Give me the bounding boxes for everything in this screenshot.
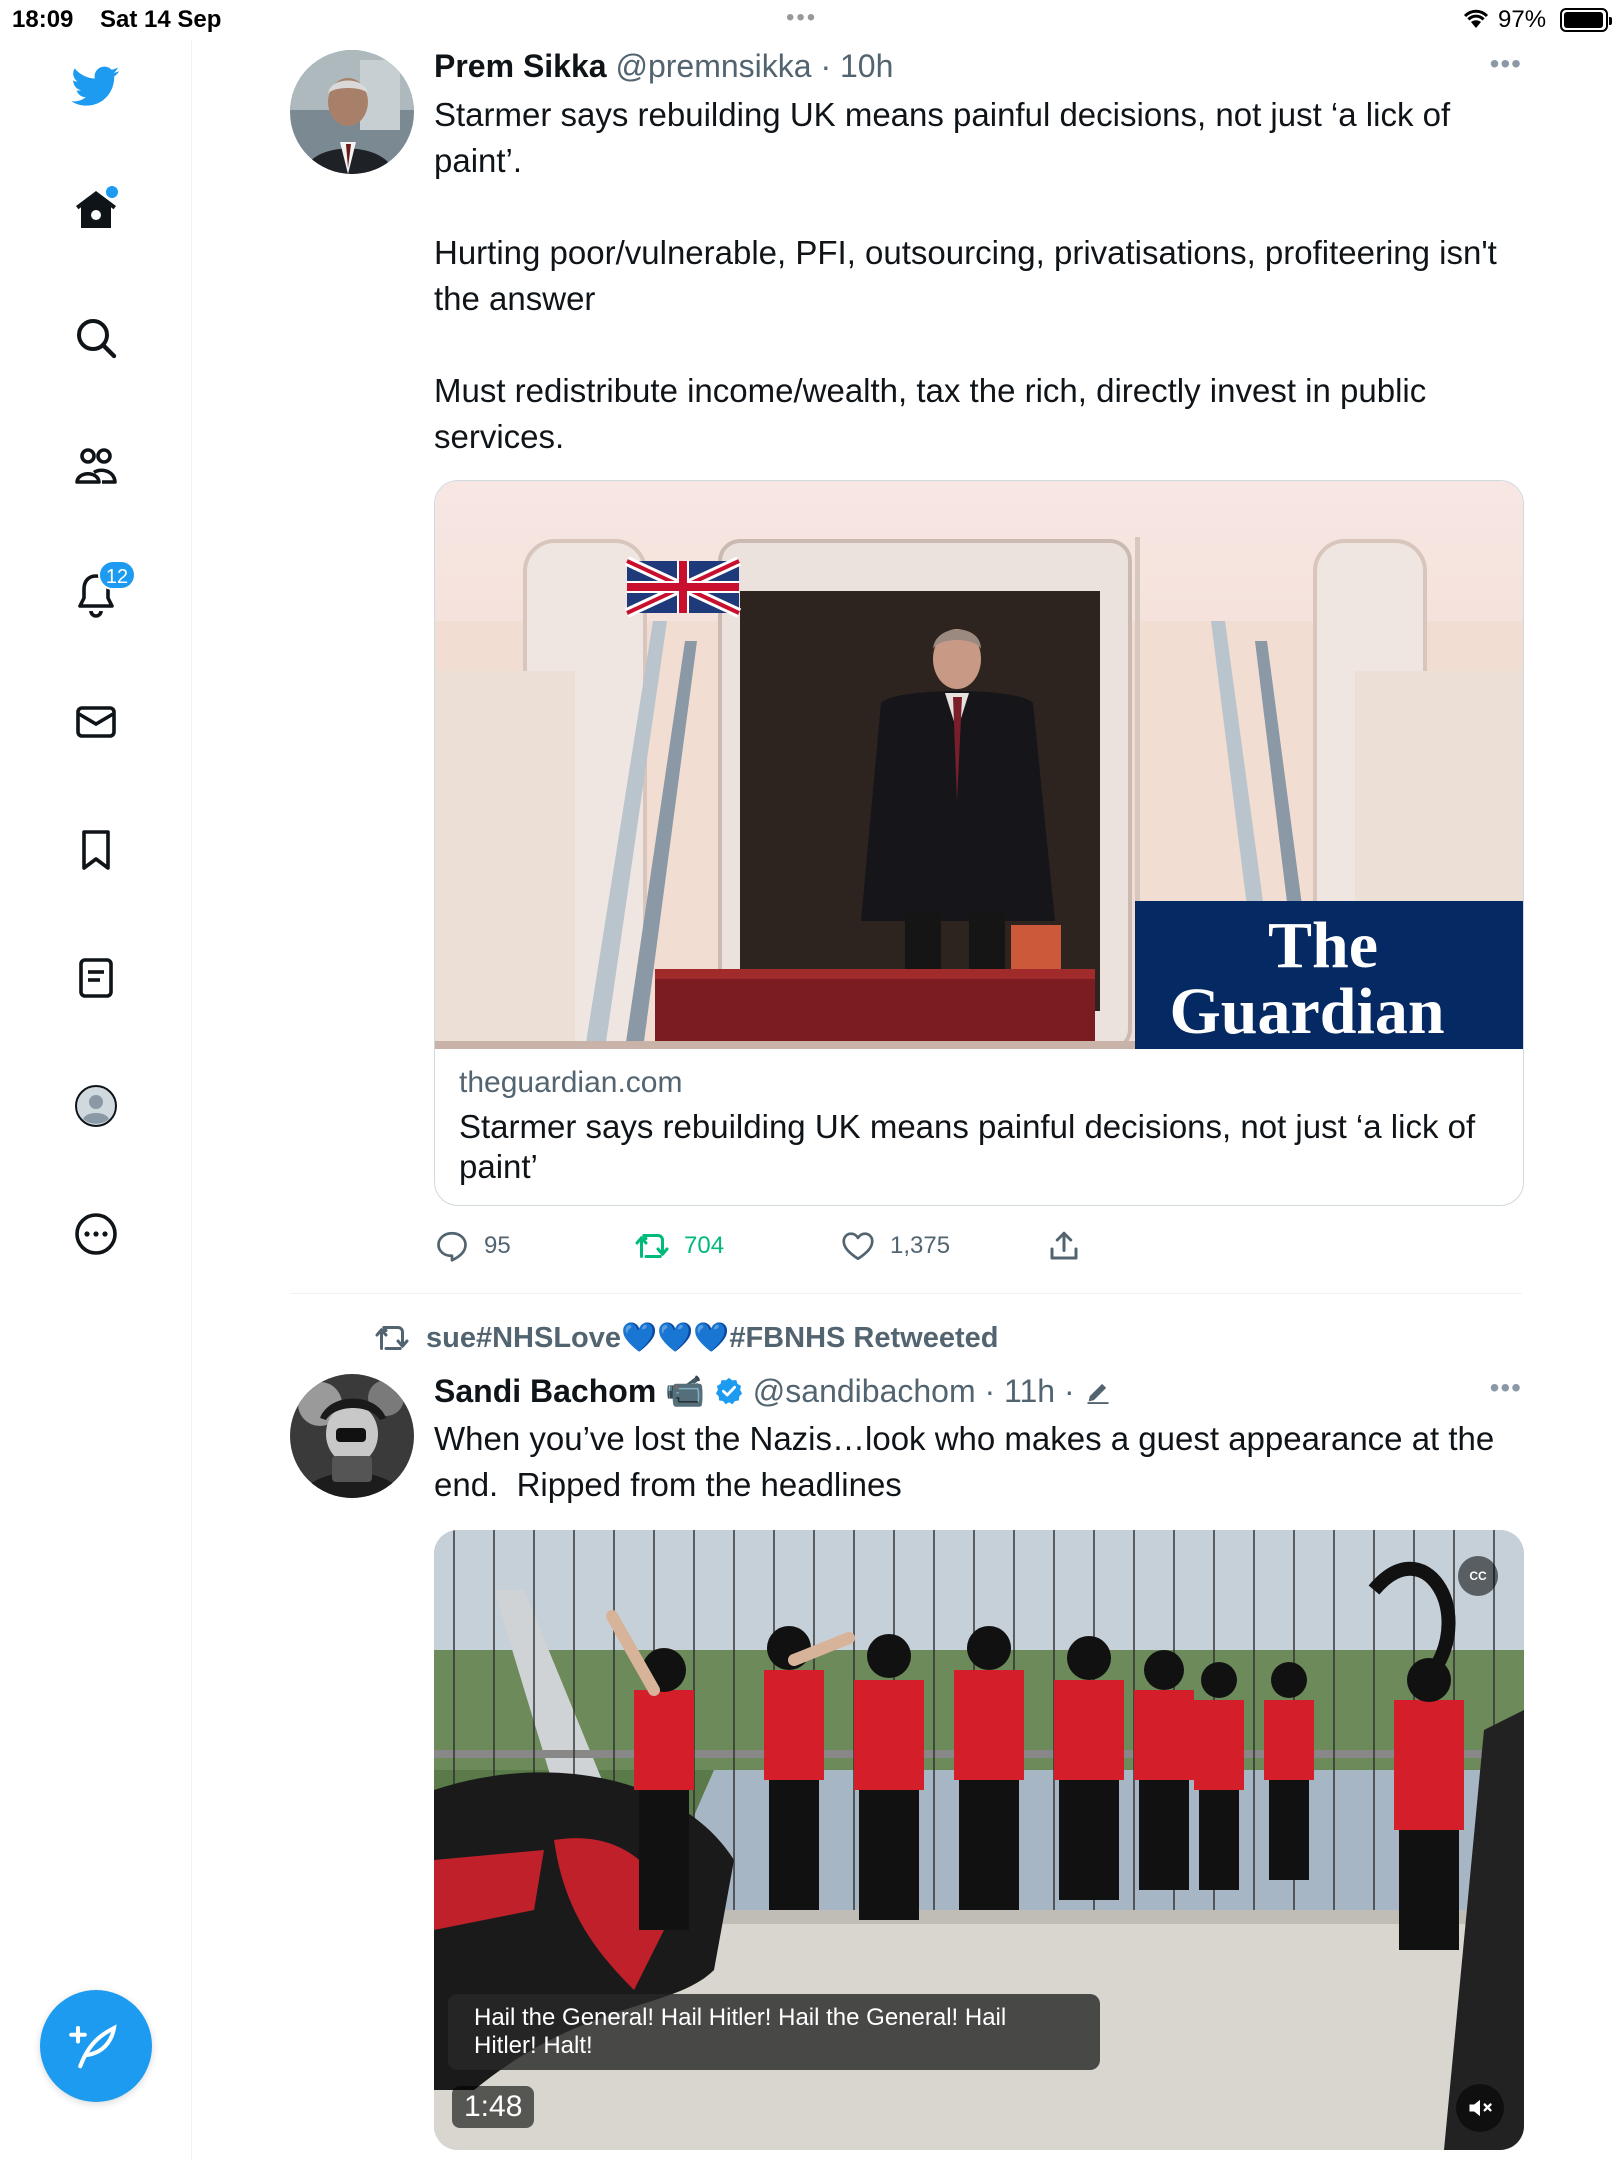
mail-icon <box>76 706 116 738</box>
separator-dot: · <box>1063 1373 1075 1409</box>
wifi-icon <box>1463 9 1489 28</box>
share-icon <box>1050 1231 1078 1260</box>
author-name-emoji: 📹 <box>665 1373 705 1409</box>
union-flag-icon <box>624 556 742 618</box>
tweet-sandi-bachom[interactable]: Sandi Bachom 📹 @sandibachom · 11h · ••• … <box>290 1372 1524 2160</box>
battery-icon <box>1560 8 1612 32</box>
tweet-text: When you’ve lost the Nazis…look who make… <box>434 1420 1504 1503</box>
video-caption: Hail the General! Hail Hitler! Hail the … <box>448 1994 1100 2070</box>
reply-icon <box>437 1231 467 1262</box>
avatar[interactable] <box>290 1374 414 1498</box>
status-time: 18:09 <box>12 6 74 33</box>
nav-more[interactable] <box>62 1200 130 1268</box>
home-unread-dot <box>106 186 118 198</box>
nav-messages[interactable] <box>62 688 130 756</box>
search-icon <box>77 319 117 359</box>
multitasking-dots-icon[interactable]: ••• <box>786 4 817 32</box>
guardian-logo-line2: Guardian <box>1169 975 1444 1048</box>
tweet-prem-sikka[interactable]: Prem Sikka @premnsikka · 10h ••• Starmer… <box>290 48 1524 1288</box>
bookmark-icon <box>82 830 110 870</box>
notification-count-badge: 12 <box>98 560 136 590</box>
author-name[interactable]: Prem Sikka <box>434 48 607 84</box>
like-button[interactable]: 1,375 <box>840 1228 950 1264</box>
list-icon <box>79 958 113 998</box>
nav-communities[interactable] <box>62 432 130 500</box>
nav-home[interactable] <box>62 176 130 244</box>
tweet-divider <box>290 1293 1522 1294</box>
nav-lists[interactable] <box>62 944 130 1012</box>
nav-notifications[interactable]: 12 <box>62 560 136 628</box>
sidebar: 12 <box>0 40 192 2160</box>
separator-dot: · <box>820 48 832 84</box>
battery-percent: 97% <box>1498 6 1547 33</box>
retweet-button[interactable]: 704 <box>634 1228 724 1264</box>
tweet-more-icon[interactable]: ••• <box>1490 48 1522 80</box>
more-circle-icon <box>75 1213 117 1255</box>
people-icon <box>75 448 117 484</box>
heart-icon <box>842 1232 874 1261</box>
retweeted-by-text: sue#NHSLove💙💙💙#FBNHS Retweeted <box>426 1322 999 1354</box>
status-bar: 18:09 Sat 14 Sep ••• 97% <box>0 0 1620 40</box>
reply-count: 95 <box>484 1232 511 1259</box>
avatar-icon <box>75 1085 117 1127</box>
author-name[interactable]: Sandi Bachom <box>434 1373 656 1409</box>
sandi-bachom-avatar-photo <box>290 1374 414 1498</box>
card-image: The Guardian <box>435 481 1523 1049</box>
tweet-more-icon[interactable]: ••• <box>1490 1372 1522 1404</box>
guardian-logo-line1: The <box>1268 909 1378 982</box>
bird-icon <box>72 66 120 106</box>
retweet-icon <box>375 1326 409 1350</box>
link-card[interactable]: The Guardian theguardian.com Starmer say… <box>434 480 1524 1206</box>
card-title: Starmer says rebuilding UK means painful… <box>459 1108 1476 1185</box>
tweet-header: Prem Sikka @premnsikka · 10h <box>434 48 893 85</box>
compose-tweet-button[interactable] <box>40 1990 152 2102</box>
verified-badge-icon <box>715 1377 743 1405</box>
tweet-time[interactable]: 11h <box>1004 1373 1055 1409</box>
status-date: Sat 14 Sep <box>100 6 222 33</box>
nav-profile[interactable] <box>62 1072 130 1140</box>
nav-explore[interactable] <box>62 304 130 372</box>
like-count: 1,375 <box>890 1232 951 1259</box>
card-domain: theguardian.com <box>459 1066 683 1099</box>
mute-button[interactable] <box>1456 2084 1504 2132</box>
video-player[interactable]: CC Hail the General! Hail Hitler! Hail t… <box>434 1530 1524 2150</box>
twitter-logo-button[interactable] <box>62 52 130 120</box>
tweet-actions: 95 704 1,375 <box>434 1228 1434 1272</box>
prem-sikka-avatar-photo <box>290 50 414 174</box>
compose-feather-icon <box>69 2024 117 2069</box>
reply-button[interactable]: 95 <box>434 1228 511 1264</box>
share-button[interactable] <box>1046 1228 1082 1264</box>
card-footer: theguardian.com Starmer says rebuilding … <box>435 1049 1523 1203</box>
tweet-header: Sandi Bachom 📹 @sandibachom · 11h · <box>434 1372 1112 1410</box>
author-handle[interactable]: @premnsikka <box>615 48 811 84</box>
separator-dot: · <box>984 1373 996 1409</box>
video-duration: 1:48 <box>452 2086 535 2128</box>
nav-bookmarks[interactable] <box>62 816 130 884</box>
tweet-time[interactable]: 10h <box>840 48 893 84</box>
retweeted-by-line[interactable]: sue#NHSLove💙💙💙#FBNHS Retweeted <box>374 1320 998 1356</box>
speaker-muted-icon <box>1469 2099 1492 2117</box>
tweet-text: Starmer says rebuilding UK means painful… <box>434 96 1497 455</box>
closed-captions-button[interactable]: CC <box>1458 1556 1498 1596</box>
retweet-icon <box>635 1234 669 1258</box>
author-handle[interactable]: @sandibachom <box>753 1373 976 1409</box>
edited-pencil-icon[interactable] <box>1084 1378 1112 1406</box>
avatar[interactable] <box>290 50 414 174</box>
retweet-count: 704 <box>684 1232 725 1259</box>
